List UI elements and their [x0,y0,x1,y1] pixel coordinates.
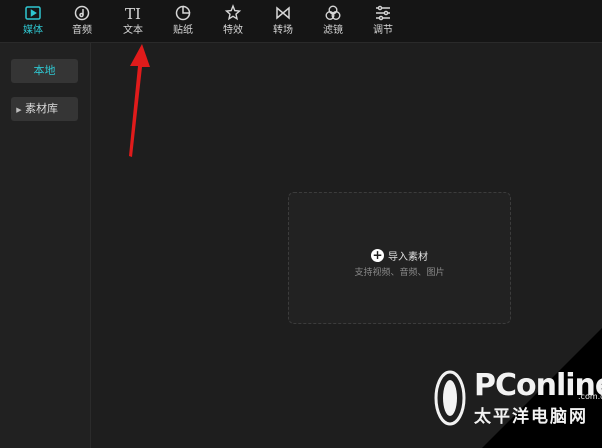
sticker-icon [165,4,201,24]
tab-media-label: 媒体 [23,25,43,36]
tab-media[interactable]: 媒体 [15,4,51,40]
pconline-watermark: PConline .com.cn 太平洋电脑网 [430,362,602,448]
tab-sticker[interactable]: 贴纸 [165,4,201,40]
tab-filter[interactable]: 滤镜 [315,4,351,40]
tab-sticker-label: 贴纸 [173,25,193,36]
tab-text[interactable]: TI 文本 [115,4,151,40]
sidebar-item-library-label: 素材库 [25,102,58,115]
sidebar-item-library[interactable]: ▶ 素材库 [11,97,78,121]
import-button[interactable]: + 导入素材 [289,245,510,264]
import-drop-zone[interactable]: + 导入素材 支持视频、音频、图片 [288,192,511,324]
tab-transition-label: 转场 [273,25,293,36]
tab-text-label: 文本 [123,25,143,36]
tab-effects[interactable]: 特效 [215,4,251,40]
watermark-subtitle: 太平洋电脑网 [474,407,588,427]
adjust-icon [365,4,401,24]
watermark-domain: .com.cn [578,392,602,401]
filter-icon [315,4,351,24]
caret-right-icon: ▶ [16,106,22,114]
tab-effects-label: 特效 [223,25,243,36]
transition-icon [265,4,301,24]
tab-audio-label: 音频 [72,25,92,36]
tab-adjust-label: 调节 [373,25,393,36]
sidebar-item-local[interactable]: 本地 [11,59,78,83]
sidebar: 本地 ▶ 素材库 [0,43,91,448]
tab-audio[interactable]: 音频 [64,4,100,40]
audio-icon [64,4,100,24]
tab-transition[interactable]: 转场 [265,4,301,40]
media-icon [15,4,51,24]
text-icon: TI [125,5,141,23]
plus-icon: + [371,248,384,262]
import-label: 导入素材 [388,252,428,263]
effects-icon [215,4,251,24]
import-hint: 支持视频、音频、图片 [354,268,445,278]
tab-filter-label: 滤镜 [323,25,343,36]
top-toolbar: 媒体 音频 TI 文本 贴纸 特效 转场 滤镜 调节 [0,0,602,43]
pconline-logo-icon [434,370,466,426]
tab-adjust[interactable]: 调节 [365,4,401,40]
